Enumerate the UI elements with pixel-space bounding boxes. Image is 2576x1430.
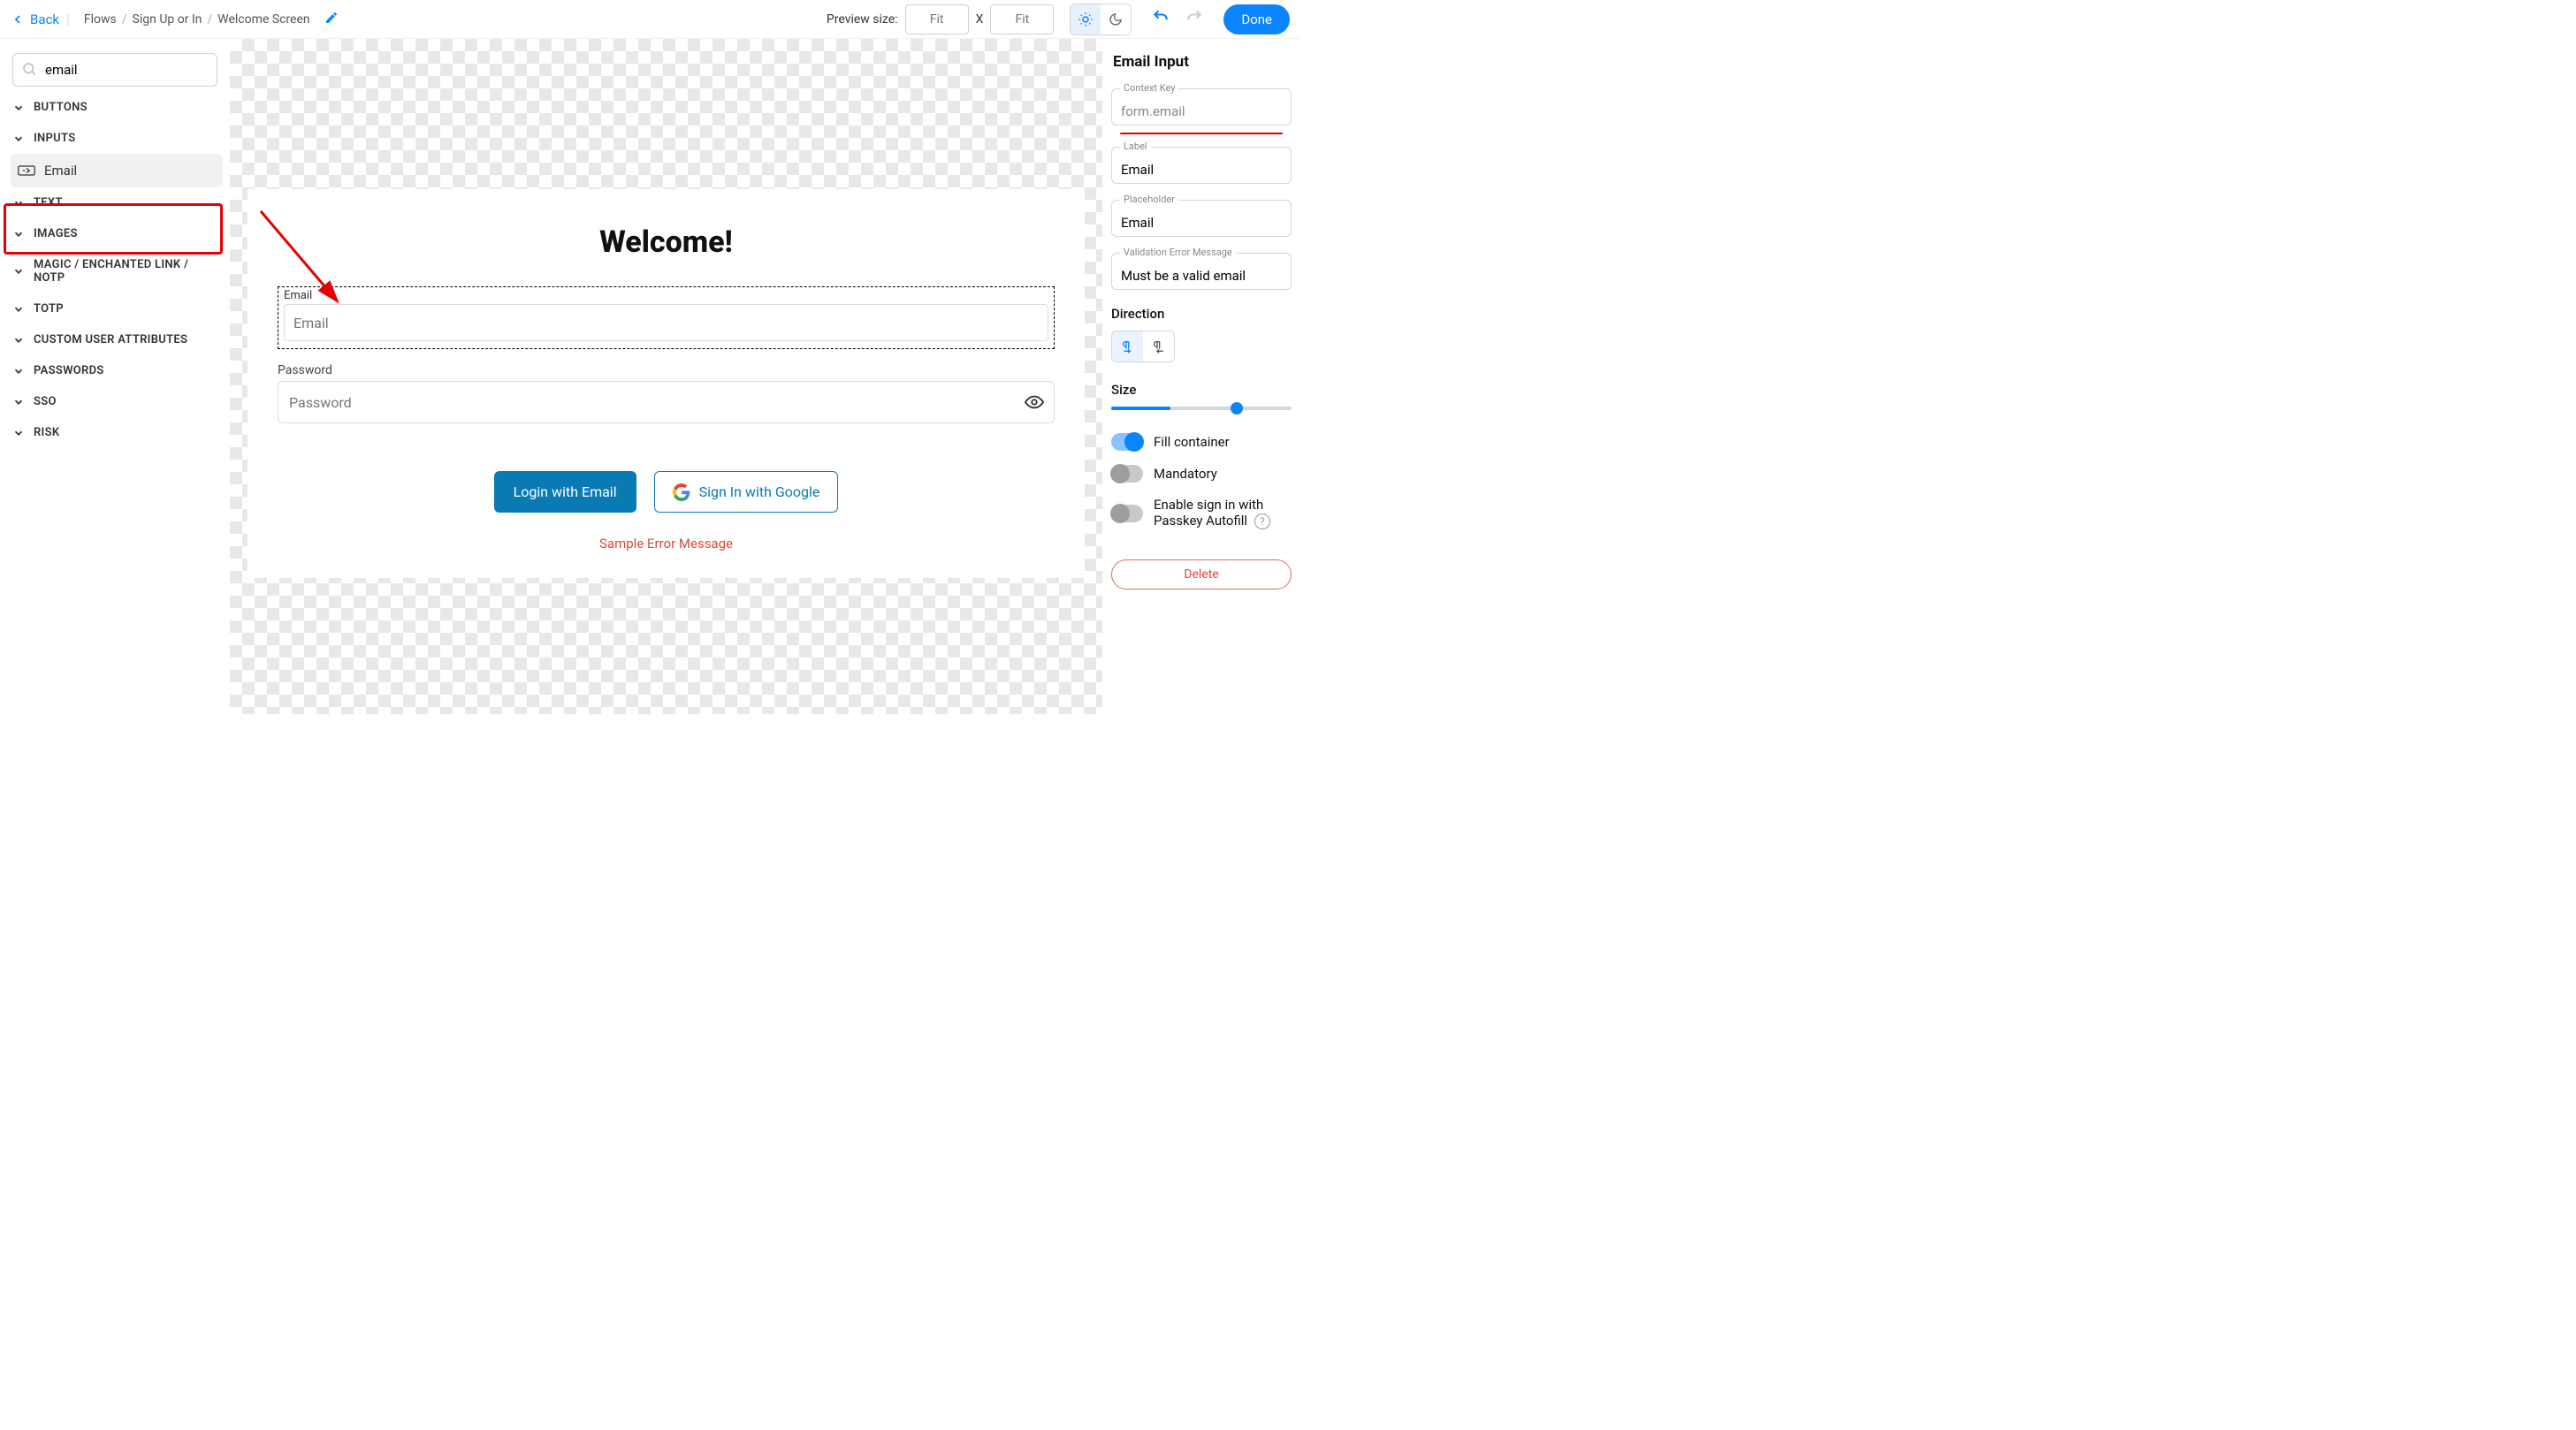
- crumb-flows[interactable]: Flows: [84, 12, 117, 27]
- category-buttons[interactable]: BUTTONS: [7, 92, 223, 123]
- context-key-input[interactable]: [1111, 88, 1292, 126]
- crumb-welcome[interactable]: Welcome Screen: [217, 12, 309, 27]
- fill-container-label: Fill container: [1154, 434, 1230, 450]
- theme-toggle: [1070, 4, 1132, 35]
- crumb-signup[interactable]: Sign Up or In: [133, 12, 202, 27]
- sidebar: BUTTONS INPUTS Email TEXT IMAGES MAGIC /…: [0, 39, 230, 714]
- chevron-down-icon: [12, 228, 25, 240]
- properties-panel: Email Input Context Key Label Placeholde…: [1102, 39, 1300, 714]
- search-input[interactable]: [12, 53, 217, 87]
- placeholder-label: Placeholder: [1120, 194, 1178, 205]
- help-icon[interactable]: ?: [1254, 513, 1270, 529]
- validation-label: Validation Error Message: [1120, 247, 1236, 258]
- canvas[interactable]: Welcome! Email Password Login with: [230, 39, 1102, 714]
- category-magic[interactable]: MAGIC / ENCHANTED LINK / NOTP: [7, 249, 223, 293]
- preview-size-label: Preview size:: [827, 12, 898, 27]
- input-icon: [18, 164, 35, 178]
- sun-icon: [1078, 11, 1094, 27]
- passkey-toggle[interactable]: [1111, 505, 1143, 522]
- passkey-label: Enable sign in with Passkey Autofill ?: [1154, 497, 1292, 529]
- light-mode-button[interactable]: [1071, 4, 1101, 34]
- eye-icon[interactable]: [1025, 392, 1044, 415]
- preview-size: Preview size: X: [827, 4, 1054, 34]
- form-card: Welcome! Email Password Login with: [248, 189, 1085, 578]
- placeholder-input[interactable]: [1111, 200, 1292, 237]
- annotation-underline: [1120, 133, 1283, 134]
- password-input[interactable]: [278, 381, 1055, 423]
- category-totp[interactable]: TOTP: [7, 293, 223, 324]
- google-button-label: Sign In with Google: [699, 483, 820, 500]
- props-title: Email Input: [1111, 53, 1292, 71]
- back-label: Back: [30, 11, 59, 27]
- category-custom[interactable]: CUSTOM USER ATTRIBUTES: [7, 324, 223, 355]
- chevron-down-icon: [12, 102, 25, 114]
- sidebar-item-label: Email: [44, 163, 77, 179]
- undo-icon: [1152, 8, 1170, 26]
- chevron-down-icon: [12, 334, 25, 346]
- redo-button: [1181, 6, 1208, 33]
- delete-button[interactable]: Delete: [1111, 559, 1292, 589]
- search-icon: [21, 61, 37, 80]
- password-group: Password: [278, 363, 1055, 423]
- chevron-down-icon: [12, 427, 25, 439]
- google-signin-button[interactable]: Sign In with Google: [654, 471, 839, 513]
- direction-label: Direction: [1111, 306, 1292, 322]
- undo-button[interactable]: [1147, 6, 1174, 33]
- direction-toggle: [1111, 331, 1175, 362]
- chevron-down-icon: [12, 396, 25, 408]
- chevron-down-icon: [12, 365, 25, 377]
- label-input[interactable]: [1111, 147, 1292, 184]
- preview-x: X: [976, 12, 984, 27]
- category-sso[interactable]: SSO: [7, 386, 223, 417]
- context-key-label: Context Key: [1120, 82, 1178, 94]
- email-label: Email: [284, 289, 1048, 302]
- size-slider[interactable]: [1111, 407, 1292, 410]
- google-icon: [673, 483, 690, 501]
- sidebar-item-email[interactable]: Email: [11, 154, 223, 187]
- category-passwords[interactable]: PASSWORDS: [7, 355, 223, 386]
- category-text[interactable]: TEXT: [7, 187, 223, 218]
- mandatory-label: Mandatory: [1154, 466, 1217, 482]
- chevron-down-icon: [12, 265, 25, 278]
- category-inputs[interactable]: INPUTS: [7, 123, 223, 154]
- error-message: Sample Error Message: [265, 536, 1067, 551]
- back-link[interactable]: Back: [11, 11, 59, 27]
- direction-ltr-button[interactable]: [1112, 331, 1143, 361]
- login-email-button[interactable]: Login with Email: [494, 471, 636, 513]
- chevron-down-icon: [12, 303, 25, 316]
- moon-icon: [1109, 12, 1123, 27]
- direction-rtl-button[interactable]: [1143, 331, 1174, 361]
- password-label: Password: [278, 363, 1055, 377]
- size-label: Size: [1111, 382, 1292, 398]
- chevron-down-icon: [12, 133, 25, 145]
- rtl-icon: [1152, 339, 1166, 354]
- email-input[interactable]: [284, 304, 1048, 341]
- redo-icon: [1185, 8, 1203, 26]
- category-risk[interactable]: RISK: [7, 417, 223, 448]
- edit-icon[interactable]: [324, 11, 339, 28]
- breadcrumb: Flows / Sign Up or In / Welcome Screen: [84, 12, 310, 27]
- preview-height-input[interactable]: [990, 4, 1054, 34]
- label-label: Label: [1120, 141, 1151, 152]
- category-images[interactable]: IMAGES: [7, 218, 223, 249]
- validation-input[interactable]: [1111, 253, 1292, 290]
- arrow-left-icon: [11, 12, 25, 27]
- page-title: Welcome!: [265, 224, 1067, 260]
- preview-width-input[interactable]: [905, 4, 969, 34]
- done-button[interactable]: Done: [1223, 4, 1290, 34]
- ltr-icon: [1121, 339, 1135, 354]
- dark-mode-button[interactable]: [1101, 4, 1131, 34]
- email-field-slot[interactable]: Email: [278, 286, 1055, 349]
- fill-container-toggle[interactable]: [1111, 433, 1143, 451]
- mandatory-toggle[interactable]: [1111, 465, 1143, 483]
- chevron-down-icon: [12, 197, 25, 209]
